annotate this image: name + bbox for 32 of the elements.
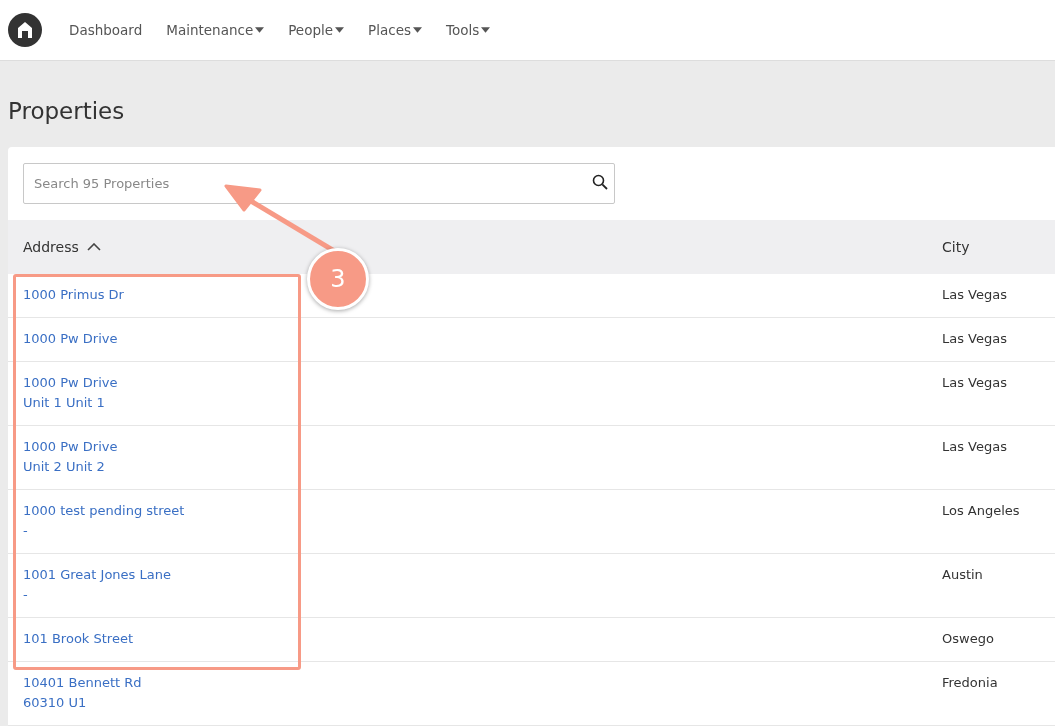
address-link[interactable]: Unit 1 Unit 1 xyxy=(23,393,942,413)
house-logo-icon[interactable] xyxy=(8,13,42,47)
address-link[interactable]: 1000 Pw Drive xyxy=(23,329,942,349)
address-link[interactable]: 1001 Great Jones Lane xyxy=(23,565,942,585)
address-link[interactable]: - xyxy=(23,585,942,605)
nav-menu-item[interactable]: Tools xyxy=(446,22,491,38)
search-field[interactable]: Search 95 Properties xyxy=(23,163,615,204)
address-link[interactable]: 10401 Bennett Rd xyxy=(23,673,942,693)
address-link[interactable]: 101 Brook Street xyxy=(23,629,942,649)
table-cell-text: Fredonia xyxy=(942,674,999,692)
table-cell-text: Austin xyxy=(942,566,984,584)
column-header[interactable]: Address xyxy=(23,239,79,255)
search-icon[interactable] xyxy=(592,174,608,190)
address-link[interactable]: 1000 test pending street xyxy=(23,501,942,521)
nav-menu-item[interactable]: Maintenance xyxy=(166,22,265,38)
nav-menu-item[interactable]: Places xyxy=(368,22,422,38)
table-cell-text: Las Vegas xyxy=(942,286,1008,304)
table-cell-text: Oswego xyxy=(942,630,995,648)
nav-menu-item[interactable]: Dashboard xyxy=(69,22,143,38)
column-header[interactable]: City xyxy=(942,239,970,255)
page-title: Properties xyxy=(8,97,126,126)
table-cell-text: Los Angeles xyxy=(942,502,1021,520)
address-link[interactable]: - xyxy=(23,521,942,541)
address-link[interactable]: 60310 U1 xyxy=(23,693,942,713)
address-link[interactable]: 1000 Pw Drive xyxy=(23,437,942,457)
address-link[interactable]: 1000 Pw Drive xyxy=(23,373,942,393)
nav-menu-item[interactable]: People xyxy=(288,22,345,38)
table-cell-text: Las Vegas xyxy=(942,374,1008,392)
address-link[interactable]: Unit 2 Unit 2 xyxy=(23,457,942,477)
table-cell-text: Las Vegas xyxy=(942,330,1008,348)
chevron-up-icon[interactable] xyxy=(86,243,101,251)
table-cell-text: Las Vegas xyxy=(942,438,1008,456)
